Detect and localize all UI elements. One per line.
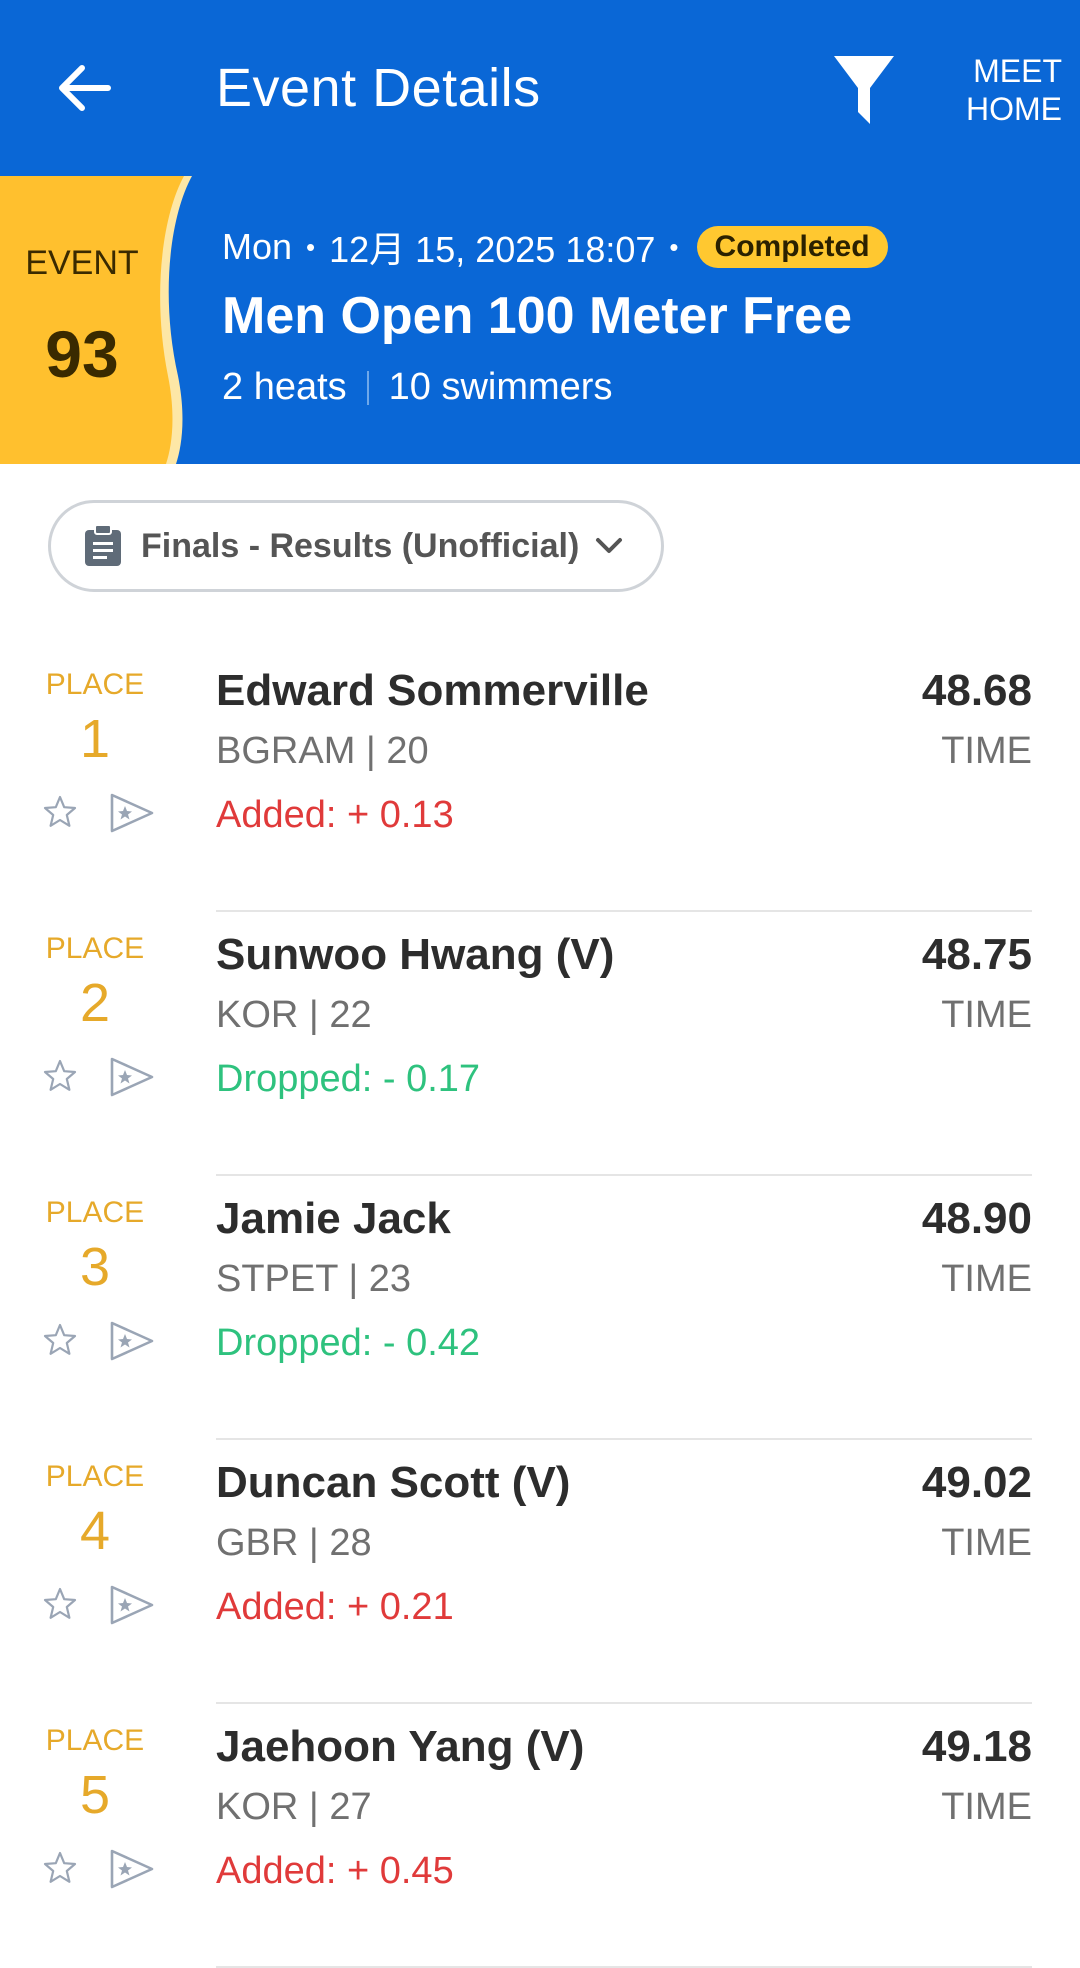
place-label: PLACE [45, 1196, 145, 1229]
chevron-down-icon [596, 538, 623, 553]
event-label: EVENT [25, 244, 139, 282]
team-age: STPET | 23 [216, 1258, 412, 1300]
time-label: TIME [941, 1258, 1032, 1300]
swimmer-name: Sunwoo Hwang (V) [216, 930, 615, 979]
time-label: TIME [941, 994, 1032, 1036]
result-row[interactable]: PLACE 3 Jamie Jack STPET | 23 Dropped: -… [0, 1176, 1080, 1440]
event-day: Mon [222, 226, 293, 267]
star-icon[interactable] [42, 1850, 78, 1886]
funnel-icon[interactable] [832, 54, 896, 126]
result-row[interactable]: PLACE 4 Duncan Scott (V) GBR | 28 Added:… [0, 1440, 1080, 1704]
status-badge: Completed [696, 226, 888, 268]
place-label: PLACE [45, 1724, 145, 1757]
star-icon[interactable] [42, 794, 78, 830]
place-label: PLACE [45, 668, 145, 701]
place-label: PLACE [45, 1460, 145, 1493]
event-counts: 2 heats 10 swimmers [222, 366, 612, 409]
result-row[interactable]: PLACE 2 Sunwoo Hwang (V) KOR | 22 Droppe… [0, 912, 1080, 1176]
team-age: GBR | 28 [216, 1522, 372, 1564]
meet-home-label-1: MEET [973, 53, 1062, 89]
team-age: KOR | 27 [216, 1786, 372, 1828]
heats-count: 2 heats [222, 366, 347, 408]
place-number: 5 [79, 1765, 111, 1825]
divider [366, 370, 369, 405]
swimmers-count: 10 swimmers [388, 366, 613, 408]
swim-time: 48.90 [921, 1194, 1032, 1243]
swimmer-name: Jamie Jack [216, 1194, 451, 1243]
flag-star-icon[interactable] [108, 792, 156, 834]
time-difference: Added: + 0.45 [216, 1850, 454, 1892]
time-difference: Dropped: - 0.17 [216, 1058, 481, 1100]
session-dropdown[interactable]: Finals - Results (Unofficial) [48, 500, 664, 592]
team-age: KOR | 22 [216, 994, 372, 1036]
swim-time: 49.02 [921, 1458, 1032, 1507]
event-number: 93 [45, 317, 119, 391]
flag-star-icon[interactable] [108, 1320, 156, 1362]
event-name: Men Open 100 Meter Free [222, 287, 852, 345]
place-number: 4 [79, 1501, 111, 1561]
result-row[interactable]: PLACE 5 Jaehoon Yang (V) KOR | 27 Added:… [0, 1704, 1080, 1968]
place-number: 2 [79, 973, 111, 1033]
time-label: TIME [941, 1522, 1032, 1564]
result-row[interactable]: PLACE 1 Edward Sommerville BGRAM | 20 Ad… [0, 648, 1080, 912]
time-difference: Dropped: - 0.42 [216, 1322, 481, 1364]
place-label: PLACE [45, 932, 145, 965]
flag-star-icon[interactable] [108, 1056, 156, 1098]
star-icon[interactable] [42, 1586, 78, 1622]
event-meta: Mon • 12月 15, 2025 18:07 • Completed [222, 222, 888, 272]
team-age: BGRAM | 20 [216, 730, 429, 772]
meet-home-label-2: HOME [966, 91, 1062, 127]
flag-star-icon[interactable] [108, 1848, 156, 1890]
flag-star-icon[interactable] [108, 1584, 156, 1626]
arrow-left-icon[interactable] [54, 58, 114, 118]
meet-home-button[interactable]: MEET HOME [950, 52, 1062, 128]
time-label: TIME [941, 1786, 1032, 1828]
event-header: EVENT 93 Mon • 12月 15, 2025 18:07 • Comp… [0, 176, 1080, 464]
session-label: Finals - Results (Unofficial) [141, 526, 580, 565]
dot-separator: • [306, 231, 316, 262]
time-difference: Added: + 0.21 [216, 1586, 454, 1628]
swimmer-name: Edward Sommerville [216, 666, 649, 715]
swimmer-name: Duncan Scott (V) [216, 1458, 571, 1507]
time-difference: Added: + 0.13 [216, 794, 454, 836]
star-icon[interactable] [42, 1058, 78, 1094]
time-label: TIME [941, 730, 1032, 772]
swim-time: 49.18 [921, 1722, 1032, 1771]
swimmer-name: Jaehoon Yang (V) [216, 1722, 585, 1771]
star-icon[interactable] [42, 1322, 78, 1358]
event-datetime: 12月 15, 2025 18:07 [329, 229, 656, 270]
clipboard-icon [85, 524, 121, 566]
place-number: 1 [79, 709, 111, 769]
swim-time: 48.68 [921, 666, 1032, 715]
dot-separator: • [669, 231, 679, 262]
app-bar: Event Details MEET HOME [0, 0, 1080, 176]
place-number: 3 [79, 1237, 111, 1297]
swim-time: 48.75 [921, 930, 1032, 979]
page-title: Event Details [216, 58, 541, 118]
